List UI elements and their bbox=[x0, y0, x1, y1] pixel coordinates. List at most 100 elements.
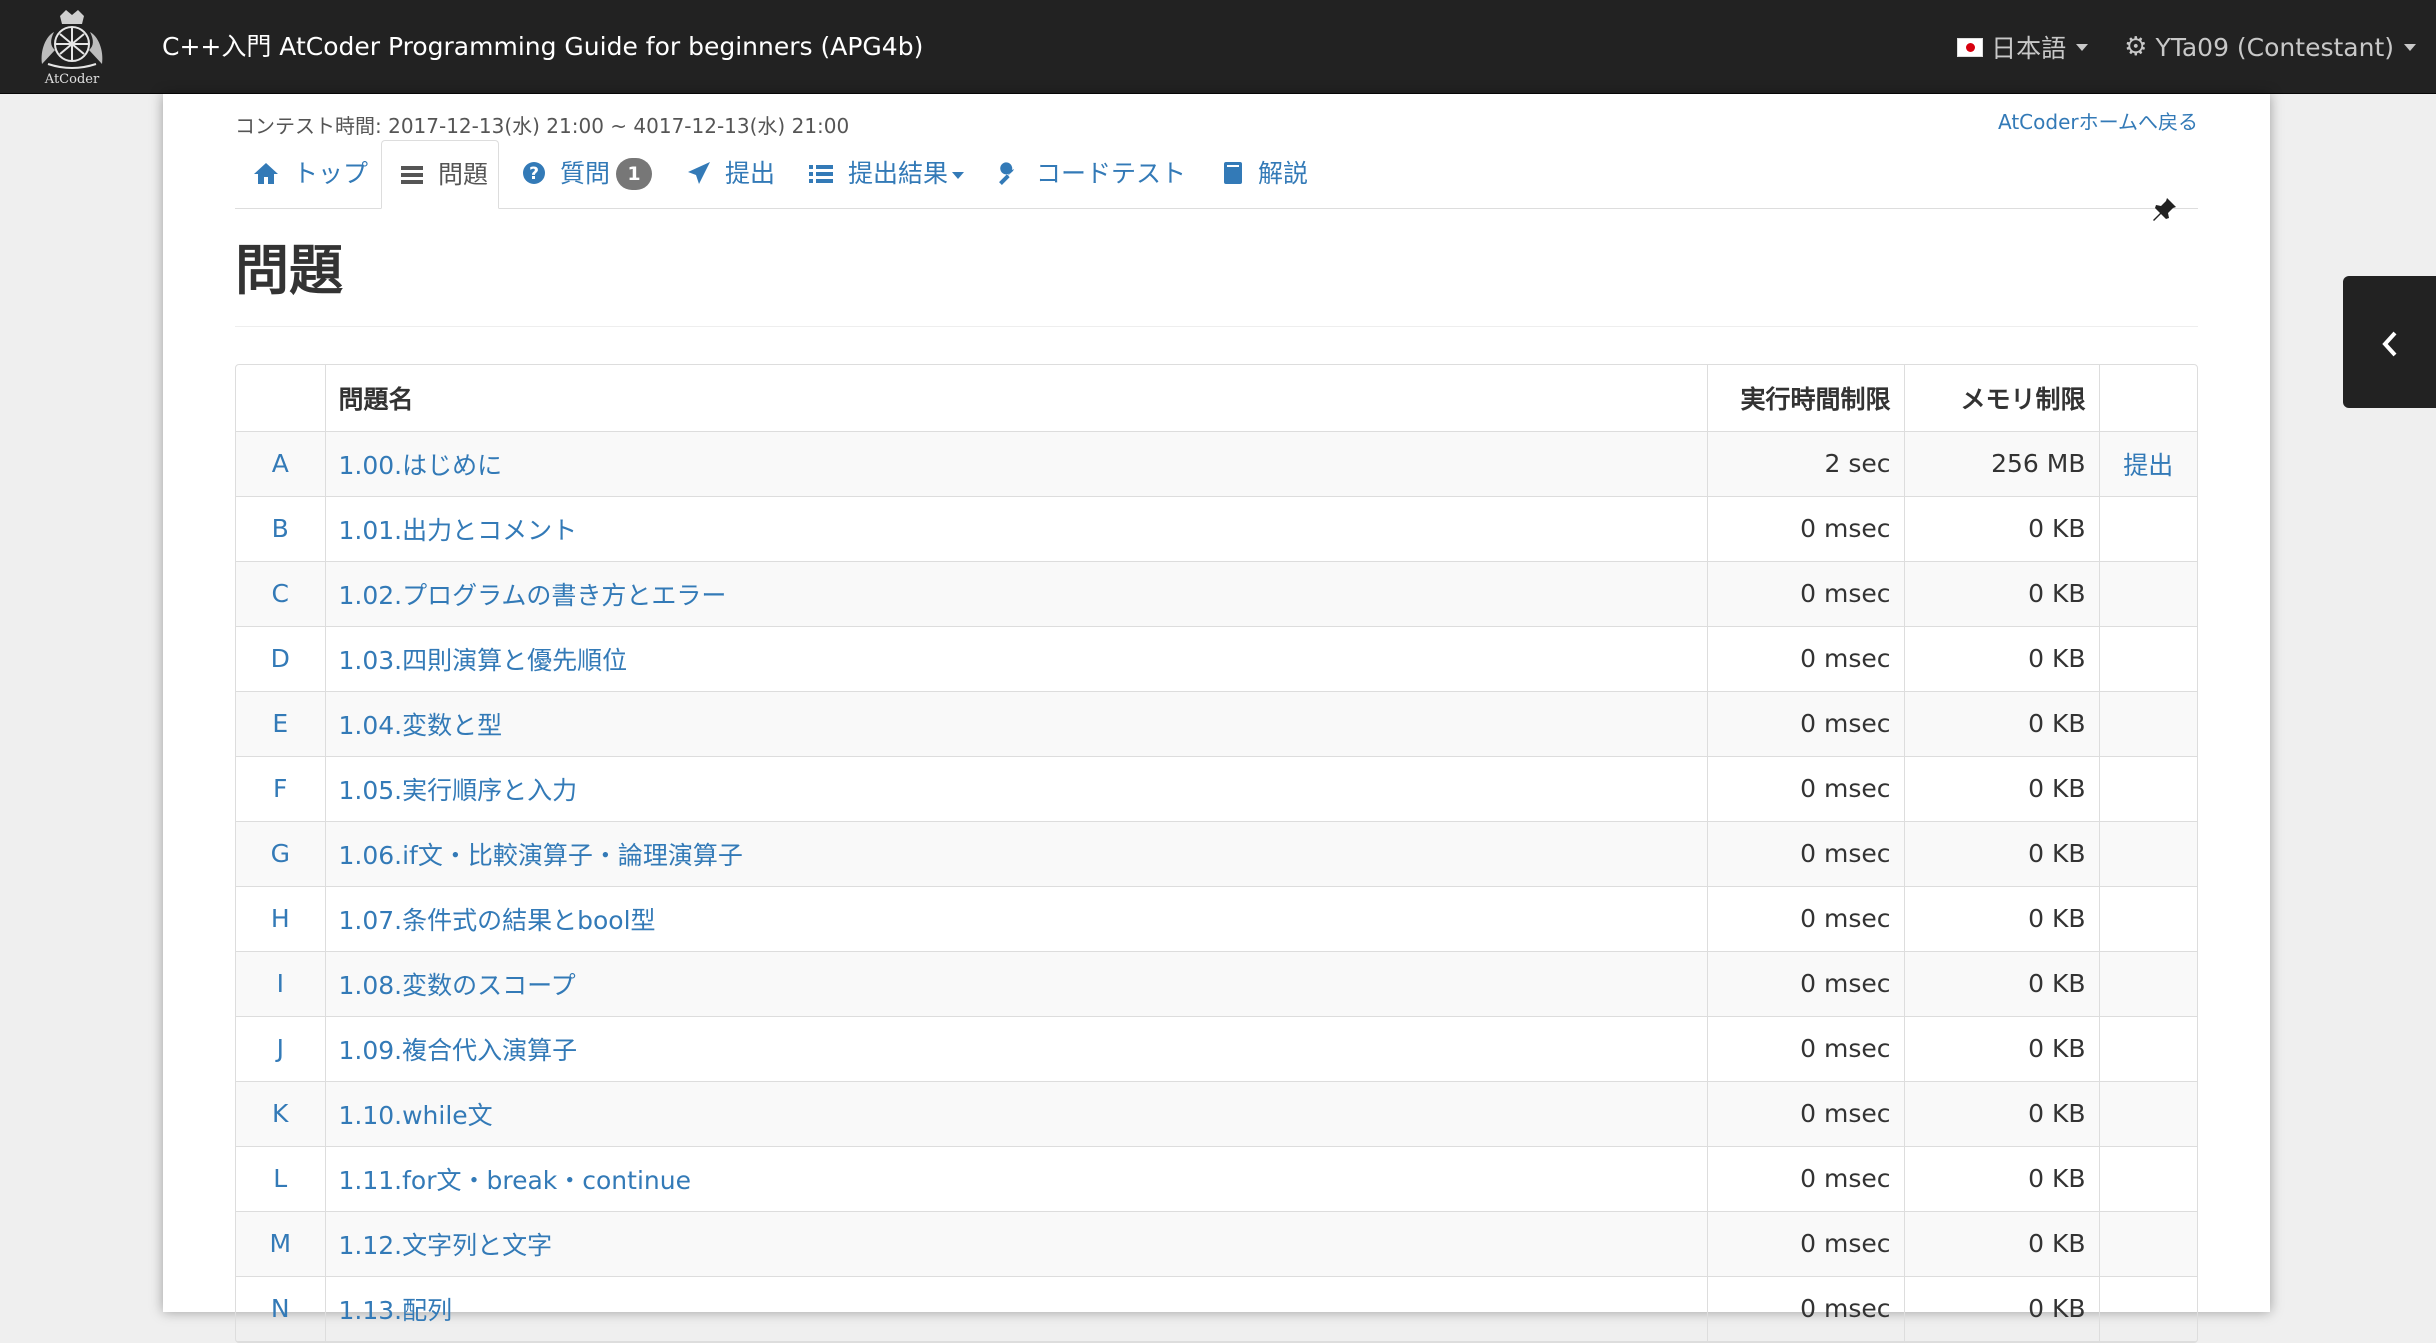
time-limit-cell: 0 msec bbox=[1707, 1016, 1905, 1082]
table-row: C 1.02.プログラムの書き方とエラー 0 msec 0 KB bbox=[236, 561, 2197, 627]
table-row: K 1.10.while文 0 msec 0 KB bbox=[236, 1081, 2197, 1147]
logo-text: AtCoder bbox=[44, 72, 100, 87]
time-limit-cell: 0 msec bbox=[1707, 1081, 1905, 1147]
svg-text:?: ? bbox=[529, 164, 539, 184]
task-letter-link[interactable]: C bbox=[272, 579, 289, 608]
task-name-link[interactable]: 1.00.はじめに bbox=[339, 451, 503, 480]
task-name-link[interactable]: 1.12.文字列と文字 bbox=[339, 1231, 553, 1260]
back-to-atcoder-home-link[interactable]: AtCoderホームへ戻る bbox=[1998, 106, 2198, 135]
task-letter-link[interactable]: B bbox=[272, 514, 289, 543]
time-limit-cell: 0 msec bbox=[1707, 561, 1905, 627]
task-letter-link[interactable]: E bbox=[272, 709, 288, 738]
task-letter-link[interactable]: G bbox=[271, 839, 290, 868]
wrench-icon bbox=[998, 159, 1030, 188]
table-row: B 1.01.出力とコメント 0 msec 0 KB bbox=[236, 496, 2197, 562]
sidebar-toggle-button[interactable] bbox=[2343, 276, 2436, 408]
time-limit-cell: 0 msec bbox=[1707, 626, 1905, 692]
time-limit-cell: 0 msec bbox=[1707, 691, 1905, 757]
task-name-link[interactable]: 1.11.for文・break・continue bbox=[339, 1166, 691, 1195]
task-letter-link[interactable]: M bbox=[269, 1229, 291, 1258]
contest-nav-tabs: トップ 問題 ? 質問 1 提出 提出結果 コードテスト 解説 bbox=[235, 140, 2198, 221]
tab-label: 質問 bbox=[559, 159, 610, 188]
memory-limit-cell: 0 KB bbox=[1904, 756, 2100, 822]
task-letter-link[interactable]: A bbox=[272, 449, 289, 478]
header-submit bbox=[2099, 365, 2197, 432]
task-letter-link[interactable]: F bbox=[273, 774, 287, 803]
memory-limit-cell: 0 KB bbox=[1904, 951, 2100, 1017]
task-letter-link[interactable]: J bbox=[277, 1034, 284, 1063]
memory-limit-cell: 0 KB bbox=[1904, 626, 2100, 692]
task-name-link[interactable]: 1.05.実行順序と入力 bbox=[339, 776, 578, 805]
memory-limit-cell: 0 KB bbox=[1904, 1016, 2100, 1082]
caret-down-icon bbox=[2076, 43, 2089, 51]
tab-submissions-dropdown[interactable]: 提出結果 bbox=[808, 140, 964, 208]
tab-submit[interactable]: 提出 bbox=[687, 140, 775, 208]
tab-custom-test[interactable]: コードテスト bbox=[998, 140, 1186, 208]
task-name-link[interactable]: 1.10.while文 bbox=[339, 1101, 493, 1130]
time-limit-cell: 0 msec bbox=[1707, 821, 1905, 887]
gear-icon: ⚙ bbox=[2124, 32, 2148, 62]
page-title: 問題 bbox=[235, 239, 343, 302]
caret-down-icon bbox=[2404, 43, 2416, 51]
tab-label: 提出結果 bbox=[847, 159, 948, 188]
pin-icon[interactable] bbox=[2150, 196, 2178, 231]
task-letter-link[interactable]: N bbox=[271, 1294, 290, 1323]
task-name-link[interactable]: 1.06.if文・比較演算子・論理演算子 bbox=[339, 841, 743, 870]
task-letter-link[interactable]: K bbox=[272, 1099, 288, 1128]
tab-label: 解説 bbox=[1257, 159, 1308, 188]
memory-limit-cell: 0 KB bbox=[1904, 1081, 2100, 1147]
list-icon bbox=[400, 160, 432, 189]
task-name-link[interactable]: 1.04.変数と型 bbox=[339, 711, 503, 740]
list-ul-icon bbox=[808, 159, 842, 188]
table-row: F 1.05.実行順序と入力 0 msec 0 KB bbox=[236, 756, 2197, 822]
tab-tasks[interactable]: 問題 bbox=[381, 140, 499, 209]
time-limit-cell: 0 msec bbox=[1707, 756, 1905, 822]
memory-limit-cell: 0 KB bbox=[1904, 691, 2100, 757]
tab-top[interactable]: トップ bbox=[253, 140, 368, 208]
task-name-link[interactable]: 1.02.プログラムの書き方とエラー bbox=[339, 581, 727, 610]
language-dropdown[interactable]: 日本語 bbox=[1957, 29, 2089, 65]
table-row: A 1.00.はじめに 2 sec 256 MB 提出 bbox=[236, 431, 2197, 497]
user-label: YTa09 (Contestant) bbox=[2155, 32, 2394, 62]
memory-limit-cell: 0 KB bbox=[1904, 1146, 2100, 1212]
navbar-right: 日本語 ⚙ YTa09 (Contestant) bbox=[1957, 0, 2436, 94]
task-letter-link[interactable]: H bbox=[271, 904, 290, 933]
tasks-table: 問題名 実行時間制限 メモリ制限 A 1.00.はじめに 2 sec 256 M… bbox=[236, 365, 2197, 1342]
task-name-link[interactable]: 1.01.出力とコメント bbox=[339, 516, 578, 545]
tab-label: 提出 bbox=[724, 159, 775, 188]
task-letter-link[interactable]: D bbox=[271, 644, 290, 673]
user-dropdown[interactable]: ⚙ YTa09 (Contestant) bbox=[2124, 32, 2416, 62]
main-container: コンテスト時間: 2017-12-13(水) 21:00 ~ 4017-12-1… bbox=[163, 94, 2270, 1343]
time-limit-cell: 2 sec bbox=[1707, 431, 1905, 497]
task-name-link[interactable]: 1.03.四則演算と優先順位 bbox=[339, 646, 628, 675]
top-navbar: AtCoder C++入門 AtCoder Programming Guide … bbox=[0, 0, 2436, 94]
home-icon bbox=[253, 159, 287, 188]
title-divider bbox=[235, 326, 2198, 327]
tab-clarifications[interactable]: ? 質問 1 bbox=[522, 140, 652, 208]
task-name-link[interactable]: 1.09.複合代入演算子 bbox=[339, 1036, 578, 1065]
send-icon bbox=[687, 159, 719, 188]
tab-label: コードテスト bbox=[1035, 159, 1186, 188]
contest-duration: コンテスト時間: 2017-12-13(水) 21:00 ~ 4017-12-1… bbox=[235, 114, 850, 138]
japan-flag-icon bbox=[1957, 37, 1984, 57]
atcoder-logo[interactable]: AtCoder bbox=[22, 6, 122, 90]
header-task-name: 問題名 bbox=[325, 365, 1708, 432]
memory-limit-cell: 0 KB bbox=[1904, 496, 2100, 562]
tab-label: トップ bbox=[292, 159, 368, 188]
task-name-link[interactable]: 1.08.変数のスコープ bbox=[339, 971, 576, 1000]
submit-link[interactable]: 提出 bbox=[2123, 451, 2173, 480]
task-name-link[interactable]: 1.13.配列 bbox=[339, 1296, 453, 1325]
table-row: N 1.13.配列 0 msec 0 KB bbox=[236, 1276, 2197, 1342]
task-name-link[interactable]: 1.07.条件式の結果とbool型 bbox=[339, 906, 656, 935]
header-time-limit: 実行時間制限 bbox=[1707, 365, 1905, 432]
task-letter-link[interactable]: L bbox=[273, 1164, 287, 1193]
tab-editorial[interactable]: 解説 bbox=[1222, 140, 1308, 208]
header-task-letter bbox=[236, 365, 326, 432]
clarification-count-badge: 1 bbox=[615, 158, 652, 190]
contest-title-link[interactable]: C++入門 AtCoder Programming Guide for begi… bbox=[162, 0, 923, 94]
header-memory-limit: メモリ制限 bbox=[1904, 365, 2100, 432]
tasks-table-panel: 問題名 実行時間制限 メモリ制限 A 1.00.はじめに 2 sec 256 M… bbox=[235, 364, 2198, 1343]
time-limit-cell: 0 msec bbox=[1707, 1146, 1905, 1212]
task-letter-link[interactable]: I bbox=[277, 969, 284, 998]
memory-limit-cell: 0 KB bbox=[1904, 1276, 2100, 1342]
